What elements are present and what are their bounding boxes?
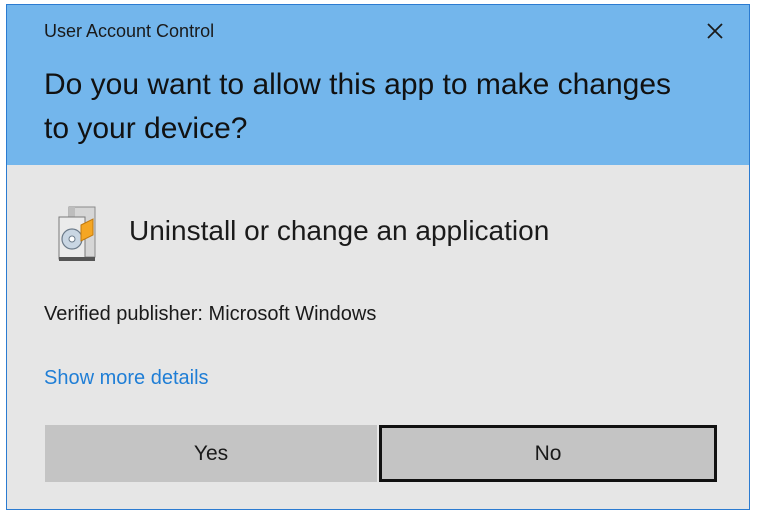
close-icon xyxy=(707,23,723,39)
consent-question: Do you want to allow this app to make ch… xyxy=(44,68,672,145)
app-name: Uninstall or change an application xyxy=(129,215,550,246)
close-button[interactable] xyxy=(701,17,729,45)
no-button[interactable]: No xyxy=(379,425,717,482)
uac-dialog: User Account Control Do you want to allo… xyxy=(6,4,750,510)
yes-button[interactable]: Yes xyxy=(45,425,377,482)
verified-publisher: Verified publisher: Microsoft Windows xyxy=(44,303,377,325)
show-more-details-link[interactable]: Show more details xyxy=(44,367,209,390)
window-title: User Account Control xyxy=(44,21,215,41)
dialog-header: User Account Control Do you want to allo… xyxy=(7,5,749,165)
program-installer-icon xyxy=(58,206,96,261)
